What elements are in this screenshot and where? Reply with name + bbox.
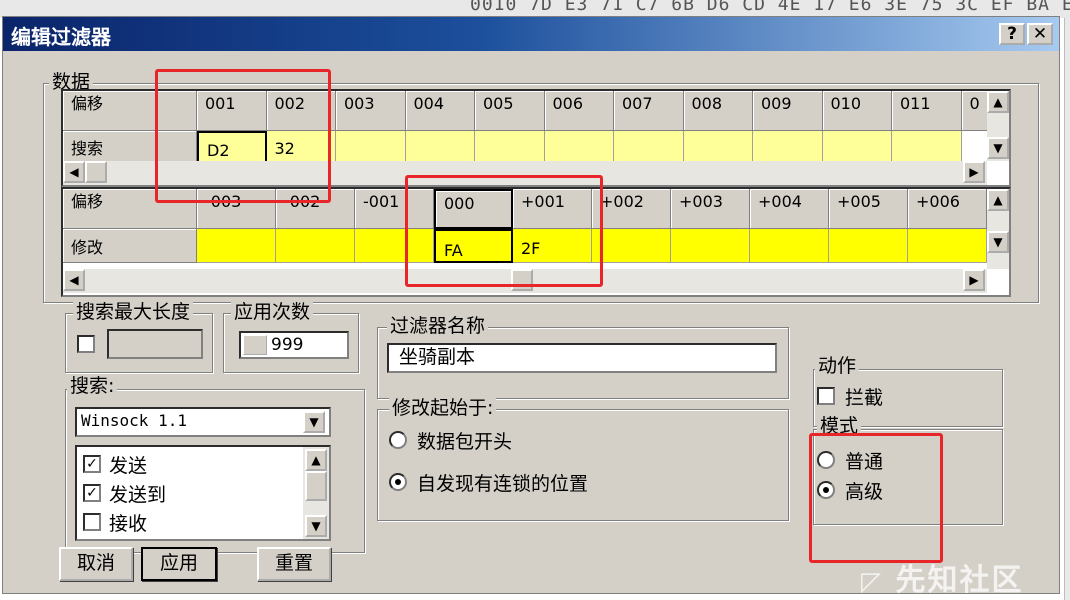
radio-packet-start-label: 数据包开头 bbox=[417, 431, 513, 453]
modify-byte-cell[interactable] bbox=[671, 229, 750, 263]
intercept-label: 拦截 bbox=[845, 387, 884, 409]
filter-name-input[interactable]: 坐骑副本 bbox=[387, 343, 777, 373]
radio-chain-position[interactable] bbox=[389, 473, 407, 491]
modify-column-header: +004 bbox=[750, 189, 829, 229]
search-byte-cell[interactable] bbox=[822, 131, 892, 163]
action-label: 动作 bbox=[815, 355, 860, 377]
search-byte-cell[interactable] bbox=[614, 131, 684, 163]
title-bar[interactable]: 编辑过滤器 ? ✕ bbox=[3, 17, 1059, 51]
search-column-header: 006 bbox=[544, 91, 614, 131]
search-byte-cell[interactable] bbox=[544, 131, 614, 163]
modify-column-header: +003 bbox=[671, 189, 750, 229]
close-button[interactable]: ✕ bbox=[1027, 23, 1053, 45]
api-select-value: Winsock 1.1 bbox=[81, 411, 187, 430]
apply-button[interactable]: 应用 bbox=[141, 547, 217, 581]
modify-column-header: +005 bbox=[829, 189, 908, 229]
search-byte-cell[interactable] bbox=[892, 131, 962, 163]
watermark: ◸ 先知社区 bbox=[861, 555, 1023, 599]
search-type-item[interactable]: ✓ 发送到 bbox=[83, 480, 299, 506]
watermark-logo-icon: ◸ bbox=[861, 567, 883, 597]
edit-filter-dialog: 编辑过滤器 ? ✕ 数据 偏移 001 002 003 004 005 006 007 008… bbox=[2, 16, 1060, 598]
search-type-checkbox[interactable] bbox=[83, 513, 101, 531]
search-type-label: 发送 bbox=[109, 455, 148, 477]
search-type-label: 接收 bbox=[109, 513, 148, 535]
modify-byte-cell[interactable] bbox=[829, 229, 908, 263]
apply-count-spinner[interactable]: 999 bbox=[239, 331, 349, 359]
search-byte-cell[interactable] bbox=[336, 131, 406, 163]
search-hscroll-thumb[interactable] bbox=[85, 161, 107, 183]
search-byte-cell[interactable] bbox=[405, 131, 475, 163]
scroll-right-icon[interactable]: ▶ bbox=[963, 161, 985, 183]
modify-byte-cell[interactable] bbox=[908, 229, 987, 263]
modify-start-groupbox bbox=[377, 409, 789, 521]
search-type-item[interactable]: ✓ 发送 bbox=[83, 451, 299, 477]
modify-column-header: +002 bbox=[592, 189, 671, 229]
search-column-header: 005 bbox=[475, 91, 545, 131]
search-column-header: 003 bbox=[336, 91, 406, 131]
search-type-label: 发送到 bbox=[109, 484, 167, 506]
cancel-button[interactable]: 取消 bbox=[59, 547, 133, 581]
highlight-box-search-bytes bbox=[155, 69, 331, 203]
scroll-left-icon[interactable]: ◀ bbox=[63, 161, 85, 183]
highlight-box-modify-bytes bbox=[405, 175, 603, 287]
background-right-edge bbox=[1064, 18, 1070, 600]
search-type-vscrollbar[interactable]: ▲ ▼ bbox=[303, 447, 329, 539]
modify-byte-cell[interactable] bbox=[750, 229, 829, 263]
filter-name-label: 过滤器名称 bbox=[387, 315, 489, 337]
search-column-header: 007 bbox=[614, 91, 684, 131]
apply-count-label: 应用次数 bbox=[231, 301, 314, 323]
help-button[interactable]: ? bbox=[999, 23, 1025, 45]
apply-count-value: 999 bbox=[271, 335, 304, 355]
api-select[interactable]: Winsock 1.1 ▼ bbox=[75, 407, 331, 437]
modify-vscrollbar[interactable]: ▲ ▼ bbox=[987, 189, 1009, 269]
search-byte-cell[interactable] bbox=[753, 131, 823, 163]
background-hex-text: 0010 7D E3 71 C7 6B D6 CD 4E 17 E6 3E 75… bbox=[470, 0, 1070, 15]
modify-column-header: +006 bbox=[908, 189, 987, 229]
scroll-up-icon[interactable]: ▲ bbox=[987, 189, 1009, 211]
scroll-down-icon[interactable]: ▼ bbox=[987, 231, 1009, 253]
max-length-field[interactable] bbox=[107, 329, 203, 359]
modify-byte-cell[interactable] bbox=[592, 229, 671, 263]
max-length-checkbox[interactable] bbox=[77, 335, 95, 353]
search-group-label: 搜索: bbox=[67, 375, 118, 397]
radio-packet-start[interactable] bbox=[389, 431, 407, 449]
scroll-up-icon[interactable]: ▲ bbox=[305, 449, 327, 471]
chevron-down-icon[interactable]: ▼ bbox=[303, 411, 325, 433]
search-byte-cell[interactable] bbox=[683, 131, 753, 163]
modify-byte-cell[interactable] bbox=[276, 229, 355, 263]
scroll-left-icon[interactable]: ◀ bbox=[63, 269, 85, 291]
search-column-header: 008 bbox=[683, 91, 753, 131]
search-type-checkbox[interactable]: ✓ bbox=[83, 455, 101, 473]
modify-start-label: 修改起始于: bbox=[389, 397, 497, 419]
window-title: 编辑过滤器 bbox=[11, 25, 111, 49]
radio-chain-position-label: 自发现有连锁的位置 bbox=[417, 473, 589, 495]
search-column-header: 010 bbox=[822, 91, 892, 131]
modify-byte-cell[interactable] bbox=[197, 229, 276, 263]
search-vscrollbar[interactable]: ▲ ▼ bbox=[987, 91, 1009, 161]
intercept-checkbox[interactable] bbox=[817, 387, 835, 405]
search-type-item[interactable]: 接收 bbox=[83, 509, 299, 535]
watermark-text: 先知社区 bbox=[895, 563, 1024, 598]
reset-button[interactable]: 重置 bbox=[257, 547, 331, 581]
search-type-thumb[interactable] bbox=[305, 471, 327, 501]
search-column-header: 004 bbox=[405, 91, 475, 131]
search-column-header: 011 bbox=[892, 91, 962, 131]
scroll-down-icon[interactable]: ▼ bbox=[987, 137, 1009, 159]
scroll-down-icon[interactable]: ▼ bbox=[305, 515, 327, 537]
highlight-box-mode bbox=[809, 433, 943, 563]
search-column-header: 009 bbox=[753, 91, 823, 131]
scroll-up-icon[interactable]: ▲ bbox=[987, 91, 1009, 113]
search-type-list[interactable]: ✓ 发送 ✓ 发送到接收 ▲ ▼ bbox=[75, 445, 331, 541]
scroll-right-icon[interactable]: ▶ bbox=[963, 269, 985, 291]
max-length-label: 搜索最大长度 bbox=[73, 301, 194, 323]
modify-row-label: 修改 bbox=[63, 229, 197, 263]
spinner-arrows-icon[interactable] bbox=[243, 335, 267, 355]
search-byte-cell[interactable] bbox=[475, 131, 545, 163]
search-type-checkbox[interactable]: ✓ bbox=[83, 484, 101, 502]
